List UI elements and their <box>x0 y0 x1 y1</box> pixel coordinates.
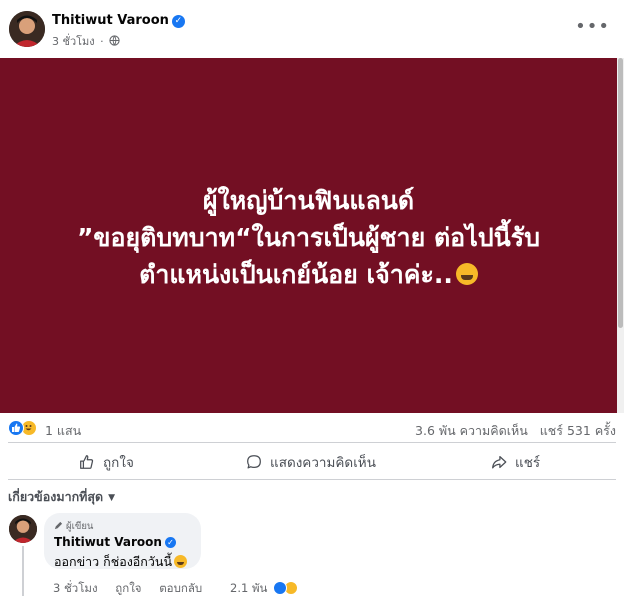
author-badge: ผู้เขียน <box>54 519 93 534</box>
comment-label: แสดงความคิดเห็น <box>270 455 376 471</box>
comments-shares-count[interactable]: 3.6 พัน ความคิดเห็น แชร์ 531 ครั้ง <box>415 421 616 441</box>
comment-like-button[interactable]: ถูกใจ <box>115 581 141 595</box>
action-bar: ถูกใจ แสดงความคิดเห็น แชร์ <box>0 447 624 477</box>
post-stats: 1 แสน 3.6 พัน ความคิดเห็น แชร์ 531 ครั้ง <box>0 414 624 442</box>
share-label: แชร์ <box>515 455 541 471</box>
comment-bubble: ผู้เขียน Thitiwut Varoon ✓ ออกข่าว ก็ช่อง… <box>44 513 201 569</box>
like-label: ถูกใจ <box>103 455 134 471</box>
banner-line-2: ”ขอยุติบทบาท“ในการเป็นผู้ชาย ต่อไปนี้รับ <box>76 223 541 252</box>
comment-reaction-icons <box>273 581 301 595</box>
verified-icon: ✓ <box>171 15 185 28</box>
sort-label: เกี่ยวข้องมากที่สุด <box>8 489 104 504</box>
pencil-icon <box>54 521 63 530</box>
verified-icon: ✓ <box>164 537 176 548</box>
comment-reply-button[interactable]: ตอบกลับ <box>159 581 202 595</box>
comment-icon <box>247 455 261 469</box>
comment-meta: 3 ชั่วโมง ถูกใจ ตอบกลับ <box>53 580 216 598</box>
author-name[interactable]: Thitiwut Varoon ✓ <box>52 13 185 28</box>
thread-line <box>22 546 24 596</box>
post-time[interactable]: 3 ชั่วโมง <box>52 35 95 48</box>
meta-separator: · <box>100 35 104 48</box>
reaction-icons[interactable] <box>8 420 42 436</box>
author-badge-label: ผู้เขียน <box>66 521 94 532</box>
haha-icon <box>174 555 187 568</box>
comment-reaction-count: 2.1 พัน <box>230 581 268 595</box>
share-icon <box>492 455 507 469</box>
scroll-thumb[interactable] <box>618 58 623 328</box>
like-reaction-icon <box>273 581 288 595</box>
commenter-name[interactable]: Thitiwut Varoon ✓ <box>54 535 176 549</box>
comment-text-content: ออกข่าว ก็ช่องอีกวันนี้ <box>54 554 172 569</box>
globe-icon <box>109 35 120 46</box>
comment-reactions[interactable]: 2.1 พัน <box>230 580 301 598</box>
scrollbar[interactable] <box>617 58 624 413</box>
banner-line-3: ตำแหน่งเป็นเกย์น้อย เจ้าค่ะ.. <box>0 256 617 293</box>
divider-top <box>8 442 616 443</box>
comment-text: ออกข่าว ก็ช่องอีกวันนี้ <box>54 552 187 572</box>
post-header: Thitiwut Varoon ✓ 3 ชั่วโมง · ••• <box>0 0 624 58</box>
commenter-avatar[interactable] <box>9 515 37 543</box>
like-reaction-icon <box>8 420 24 436</box>
reaction-count[interactable]: 1 แสน <box>45 421 81 441</box>
author-name-text[interactable]: Thitiwut Varoon <box>52 13 169 28</box>
comment-sort-dropdown[interactable]: เกี่ยวข้องมากที่สุด ▼ <box>8 487 115 507</box>
more-icon[interactable]: ••• <box>575 18 610 36</box>
comment-button[interactable]: แสดงความคิดเห็น <box>245 447 376 477</box>
comment-time[interactable]: 3 ชั่วโมง <box>53 581 98 595</box>
banner-line-3-text: ตำแหน่งเป็นเกย์น้อย เจ้าค่ะ.. <box>139 260 453 289</box>
chevron-down-icon: ▼ <box>108 493 116 503</box>
haha-icon <box>455 263 478 285</box>
commenter-name-text[interactable]: Thitiwut Varoon <box>54 535 162 549</box>
divider-bottom <box>8 479 616 480</box>
like-icon <box>80 455 94 469</box>
banner-line-1: ผู้ใหญ่บ้านฟินแลนด์ <box>202 186 415 215</box>
author-avatar[interactable] <box>9 11 45 47</box>
banner-text: ผู้ใหญ่บ้านฟินแลนด์ ”ขอยุติบทบาท“ในการเป… <box>0 182 617 293</box>
share-button[interactable]: แชร์ <box>490 447 540 477</box>
post-banner[interactable]: ผู้ใหญ่บ้านฟินแลนด์ ”ขอยุติบทบาท“ในการเป… <box>0 58 617 413</box>
like-button[interactable]: ถูกใจ <box>78 447 134 477</box>
post-meta: 3 ชั่วโมง · <box>52 32 120 50</box>
